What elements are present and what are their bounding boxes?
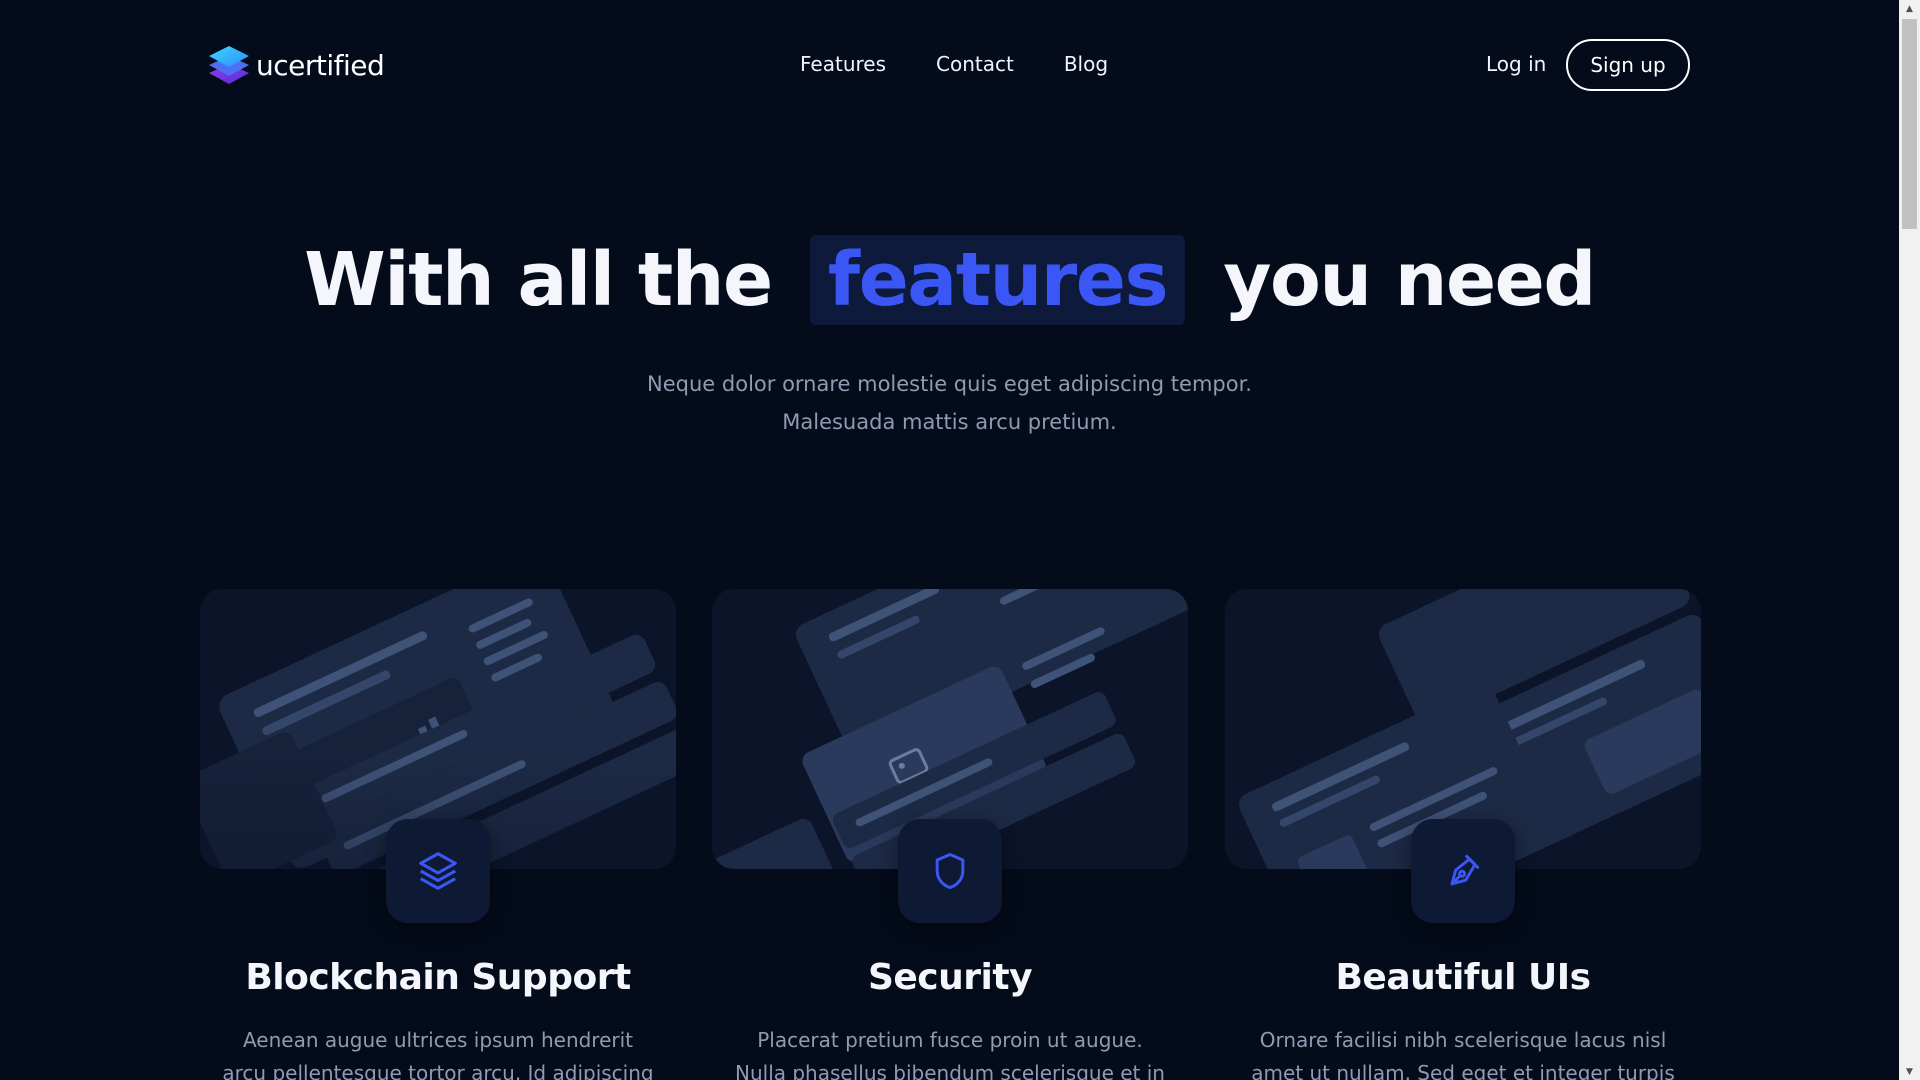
feature-card-beautiful-uis: Beautiful UIs Ornare facilisi nibh scele… <box>1225 589 1701 1080</box>
feature-icon-box <box>386 819 490 923</box>
feature-title: Security <box>867 957 1033 998</box>
scroll-thumb[interactable] <box>1902 19 1917 229</box>
feature-description: Aenean augue ultrices ipsum hendrerit ar… <box>222 1028 654 1080</box>
signup-button[interactable]: Sign up <box>1566 39 1690 91</box>
brand-logo[interactable]: ucertified <box>206 42 385 88</box>
page: ucertified Features Contact Blog Log in … <box>0 0 1899 1080</box>
feature-description: Placerat pretium fusce proin ut augue. N… <box>735 1028 1165 1080</box>
hero-title: With all the features you need <box>0 235 1899 325</box>
nav-link-blog[interactable]: Blog <box>1064 52 1108 76</box>
feature-description: Ornare facilisi nibh scelerisque lacus n… <box>1251 1028 1675 1080</box>
feature-title: Beautiful UIs <box>1335 957 1591 998</box>
brand-name: ucertified <box>256 48 385 82</box>
vertical-scrollbar[interactable]: ▲ ▼ <box>1899 0 1920 1080</box>
nav-link-contact[interactable]: Contact <box>936 52 1014 76</box>
logo-layers-icon <box>209 46 249 84</box>
nav-link-features[interactable]: Features <box>800 52 886 76</box>
hero-subtitle-line-1: Neque dolor ornare molestie quis eget ad… <box>647 372 1252 396</box>
login-link[interactable]: Log in <box>1486 52 1546 76</box>
scroll-up-arrow-icon[interactable]: ▲ <box>1899 0 1920 17</box>
scroll-down-arrow-icon[interactable]: ▼ <box>1899 1063 1920 1080</box>
pen-tool-icon <box>1450 854 1480 886</box>
feature-card-blockchain: Blockchain Support Aenean augue ultrices… <box>200 589 676 1080</box>
main-nav: Features Contact Blog <box>800 52 1158 76</box>
feature-icon-box <box>1411 819 1515 923</box>
hero-subtitle-line-2: Malesuada mattis arcu pretium. <box>782 410 1117 434</box>
feature-icon-box <box>898 819 1002 923</box>
hero-title-start: With all the <box>304 237 773 323</box>
hero-subtitle: Neque dolor ornare molestie quis eget ad… <box>0 365 1899 441</box>
layers-icon <box>419 852 457 890</box>
hero-title-highlight: features <box>809 235 1186 325</box>
feature-card-security: Security Placerat pretium fusce proin ut… <box>712 589 1188 1080</box>
hero-title-end: you need <box>1223 237 1596 323</box>
shield-icon <box>935 853 965 889</box>
feature-title: Blockchain Support <box>245 957 631 998</box>
site-header: ucertified Features Contact Blog Log in … <box>0 0 1899 130</box>
